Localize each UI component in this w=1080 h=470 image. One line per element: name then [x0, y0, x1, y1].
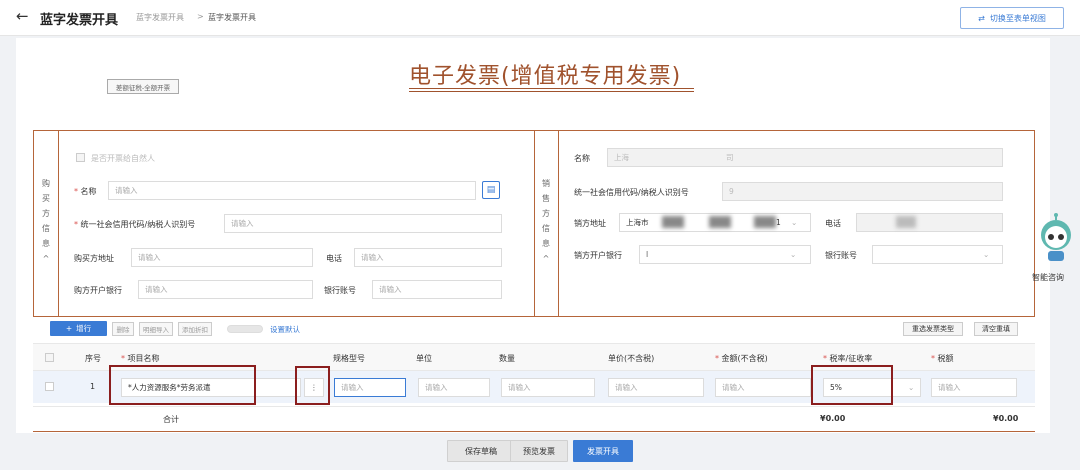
column-header-unit: 单位 — [416, 354, 432, 363]
seller-bank-select[interactable]: I ⌄ — [639, 245, 811, 264]
chevron-down-icon: ⌄ — [908, 383, 915, 392]
seller-side-label[interactable]: 销 售 方 信 息 ^ — [535, 176, 557, 266]
buyer-bank-input[interactable]: 请输入 — [138, 280, 313, 299]
page-title: 蓝字发票开具 — [40, 13, 119, 28]
buyer-name-input[interactable]: 请输入 — [108, 181, 476, 200]
sum-label: 合计 — [163, 415, 179, 424]
assistant-label: 智能咨询 — [1032, 273, 1064, 282]
breadcrumb-separator: > — [197, 12, 204, 21]
buyer-name-label: * 名称 — [74, 187, 97, 196]
sum-amount: ¥0.00 — [820, 414, 846, 423]
seller-phone-label: 电话 — [825, 219, 841, 228]
row-checkbox[interactable] — [45, 382, 54, 391]
column-header-qty: 数量 — [499, 354, 515, 363]
arrow-left-icon[interactable]: ← — [16, 7, 29, 25]
highlight-item-name — [109, 365, 256, 405]
qty-input[interactable]: 请输入 — [501, 378, 595, 397]
buyer-address-input[interactable]: 请输入 — [131, 248, 313, 267]
clear-all-button[interactable]: 清空重填 — [974, 322, 1018, 336]
select-all-checkbox[interactable] — [45, 353, 54, 362]
contact-book-icon[interactable]: ▤ — [482, 181, 500, 199]
buyer-address-label: 购买方地址 — [74, 254, 114, 263]
seller-tax-id-label: 统一社会信用代码/纳税人识别号 — [574, 188, 689, 197]
unit-input[interactable]: 请输入 — [418, 378, 490, 397]
seller-tax-id-field: 9 — [722, 182, 1003, 201]
buyer-side-label[interactable]: 购 买 方 信 息 ^ — [35, 176, 57, 266]
buyer-account-label: 银行账号 — [324, 286, 356, 295]
buyer-tax-id-label: * 统一社会信用代码/纳税人识别号 — [74, 220, 196, 229]
invoice-title: 电子发票(增值税专用发票) — [409, 64, 682, 89]
assistant-avatar-icon[interactable] — [1036, 213, 1076, 263]
chevron-down-icon: ⌄ — [790, 250, 797, 259]
natural-person-label: 是否开票给自然人 — [91, 154, 155, 163]
seller-account-label: 银行账号 — [825, 251, 857, 260]
sum-tax: ¥0.00 — [993, 414, 1019, 423]
seller-address-label: 销方地址 — [574, 219, 606, 228]
swap-icon: ⇄ — [978, 13, 985, 23]
seller-bank-label: 销方开户银行 — [574, 251, 622, 260]
title-underline — [409, 91, 694, 92]
highlight-more-options — [295, 366, 330, 405]
price-input[interactable]: 请输入 — [608, 378, 704, 397]
redacted-text — [709, 216, 731, 228]
natural-person-checkbox[interactable] — [76, 153, 85, 162]
buyer-phone-input[interactable]: 请输入 — [354, 248, 502, 267]
set-default-link[interactable]: 设置默认 — [270, 324, 300, 335]
breadcrumb-current: 蓝字发票开具 — [208, 13, 256, 22]
tax-input[interactable]: 请输入 — [931, 378, 1017, 397]
top-bar: ← 蓝字发票开具 蓝字发票开具 > 蓝字发票开具 ⇄ 切换至表单视图 — [0, 0, 1080, 36]
title-underline — [409, 88, 694, 89]
spec-input[interactable]: 请输入 — [334, 378, 406, 397]
divider — [558, 131, 559, 316]
buyer-bank-label: 购方开户银行 — [74, 286, 122, 295]
buyer-account-input[interactable]: 请输入 — [372, 280, 502, 299]
reselect-type-button[interactable]: 重选发票类型 — [903, 322, 963, 336]
delete-button[interactable]: 删除 — [112, 322, 134, 336]
plus-icon: + — [65, 324, 73, 333]
column-header-item: * 项目名称 — [121, 354, 160, 363]
breadcrumb-item[interactable]: 蓝字发票开具 — [136, 12, 184, 23]
add-row-button[interactable]: + 增行 — [50, 321, 107, 336]
amount-input[interactable]: 请输入 — [715, 378, 811, 397]
add-discount-button[interactable]: 添加折扣 — [178, 322, 212, 336]
redacted-text — [896, 216, 916, 228]
seller-account-select[interactable]: ⌄ — [872, 245, 1003, 264]
seller-name-label: 名称 — [574, 154, 590, 163]
seller-name-field: 上海 司 — [607, 148, 1003, 167]
switch-view-button[interactable]: ⇄ 切换至表单视图 — [960, 7, 1064, 29]
invoice-paper: 差额征税-全额开票 电子发票(增值税专用发票) 购 买 方 信 息 ^ 是否开票… — [16, 38, 1050, 433]
redacted-text — [662, 216, 684, 228]
chevron-down-icon: ⌄ — [983, 250, 990, 259]
party-info-box: 购 买 方 信 息 ^ 是否开票给自然人 * 名称 请输入 ▤ * 统一社会信用… — [33, 130, 1035, 317]
import-detail-button[interactable]: 明细导入 — [139, 322, 173, 336]
issue-invoice-button[interactable]: 发票开具 — [573, 440, 633, 462]
column-header-rate: * 税率/征收率 — [823, 354, 873, 363]
sum-row: 合计 ¥0.00 ¥0.00 — [33, 406, 1035, 432]
save-draft-button[interactable]: 保存草稿 — [447, 440, 515, 462]
default-toggle[interactable] — [227, 325, 263, 333]
column-header-spec: 规格型号 — [333, 354, 365, 363]
column-header-amount: * 金额(不含税) — [715, 354, 768, 363]
row-index: 1 — [90, 382, 96, 391]
chevron-down-icon: ⌄ — [791, 218, 798, 227]
column-header-price: 单价(不含税) — [608, 354, 655, 363]
divider — [58, 131, 59, 316]
invoice-tag: 差额征税-全额开票 — [107, 79, 179, 94]
preview-button[interactable]: 预览发票 — [510, 440, 568, 462]
buyer-tax-id-input[interactable]: 请输入 — [224, 214, 502, 233]
column-header-index: 序号 — [85, 354, 101, 363]
column-header-tax: * 税额 — [931, 354, 954, 363]
redacted-text — [754, 216, 776, 228]
highlight-tax-rate — [811, 365, 893, 405]
seller-phone-field — [856, 213, 1003, 232]
buyer-phone-label: 电话 — [326, 254, 342, 263]
